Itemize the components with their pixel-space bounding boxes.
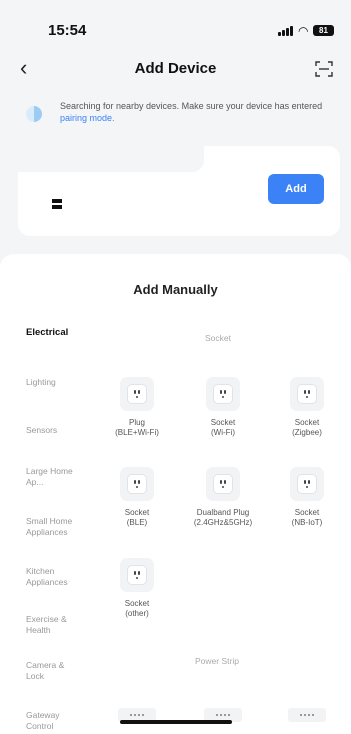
socket-icon xyxy=(298,385,316,403)
device-dualband-plug[interactable]: Dualband Plug (2.4GHz&5GHz) xyxy=(183,467,263,528)
signal-icon xyxy=(278,26,294,36)
category-exercise-health[interactable]: Exercise & Health xyxy=(26,614,76,636)
wifi-icon: ◠ xyxy=(298,24,309,38)
device-label: Socket xyxy=(124,508,150,517)
device-socket-ble[interactable]: Socket (BLE) xyxy=(97,467,177,528)
device-sublabel: (Wi-Fi) xyxy=(211,428,235,437)
device-sublabel: (2.4GHz&5GHz) xyxy=(193,518,253,527)
section-title-socket: Socket xyxy=(205,333,231,343)
power-strip-icon[interactable] xyxy=(288,708,326,722)
status-time: 15:54 xyxy=(48,22,87,39)
device-label: Socket xyxy=(294,418,320,427)
search-tip: Searching for nearby devices. Make sure … xyxy=(26,100,331,130)
category-large-home-appliances[interactable]: Large Home Ap... xyxy=(26,466,86,488)
nav-bar: ‹ Add Device xyxy=(0,52,351,88)
status-bar: 15:54 ◠ 81 xyxy=(0,0,351,44)
category-lighting[interactable]: Lighting xyxy=(26,377,96,388)
discovered-device-card: Add xyxy=(18,146,340,236)
category-small-home-appliances[interactable]: Small Home Appliances xyxy=(26,516,90,538)
home-indicator xyxy=(120,720,232,724)
add-button[interactable]: Add xyxy=(268,174,324,204)
device-socket-wifi[interactable]: Socket (Wi-Fi) xyxy=(183,377,263,438)
section-title-power-strip: Power Strip xyxy=(195,656,239,666)
pairing-mode-link[interactable]: pairing mode. xyxy=(60,113,115,123)
search-tip-text: Searching for nearby devices. Make sure … xyxy=(60,100,324,124)
device-plug-ble-wifi[interactable]: Plug (BLE+Wi-Fi) xyxy=(97,377,177,438)
socket-icon xyxy=(214,385,232,403)
device-label: Dualband Plug xyxy=(196,508,250,517)
add-manually-title: Add Manually xyxy=(133,282,218,297)
device-sublabel: (Zigbee) xyxy=(292,428,322,437)
category-camera-lock[interactable]: Camera & Lock xyxy=(26,660,76,682)
scan-icon[interactable] xyxy=(315,60,333,78)
socket-icon xyxy=(298,475,316,493)
device-label: Socket xyxy=(210,418,236,427)
socket-icon xyxy=(128,475,146,493)
socket-icon xyxy=(214,475,232,493)
device-label: Plug xyxy=(128,418,145,427)
search-tip-message: Searching for nearby devices. Make sure … xyxy=(60,101,323,111)
device-icon xyxy=(52,199,62,209)
socket-icon xyxy=(128,385,146,403)
loading-spinner-icon xyxy=(26,106,42,122)
device-label: Socket xyxy=(294,508,320,517)
socket-icon xyxy=(128,566,146,584)
device-sublabel: (BLE) xyxy=(126,518,148,527)
device-sublabel: (BLE+Wi-Fi) xyxy=(115,428,159,437)
device-socket-zigbee[interactable]: Socket (Zigbee) xyxy=(267,377,347,438)
device-socket-nb-iot[interactable]: Socket (NB-IoT) xyxy=(267,467,347,528)
device-socket-other[interactable]: Socket (other) xyxy=(97,558,177,619)
device-sublabel: (other) xyxy=(125,609,149,618)
page-title: Add Device xyxy=(134,60,217,77)
battery-icon: 81 xyxy=(313,25,334,36)
device-sublabel: (NB-IoT) xyxy=(291,518,323,527)
category-kitchen-appliances[interactable]: Kitchen Appliances xyxy=(26,566,82,588)
category-gateway-control[interactable]: Gateway Control xyxy=(26,710,76,732)
category-sensors[interactable]: Sensors xyxy=(26,425,96,436)
device-label: Socket xyxy=(124,599,150,608)
category-electrical[interactable]: Electrical xyxy=(26,327,96,338)
